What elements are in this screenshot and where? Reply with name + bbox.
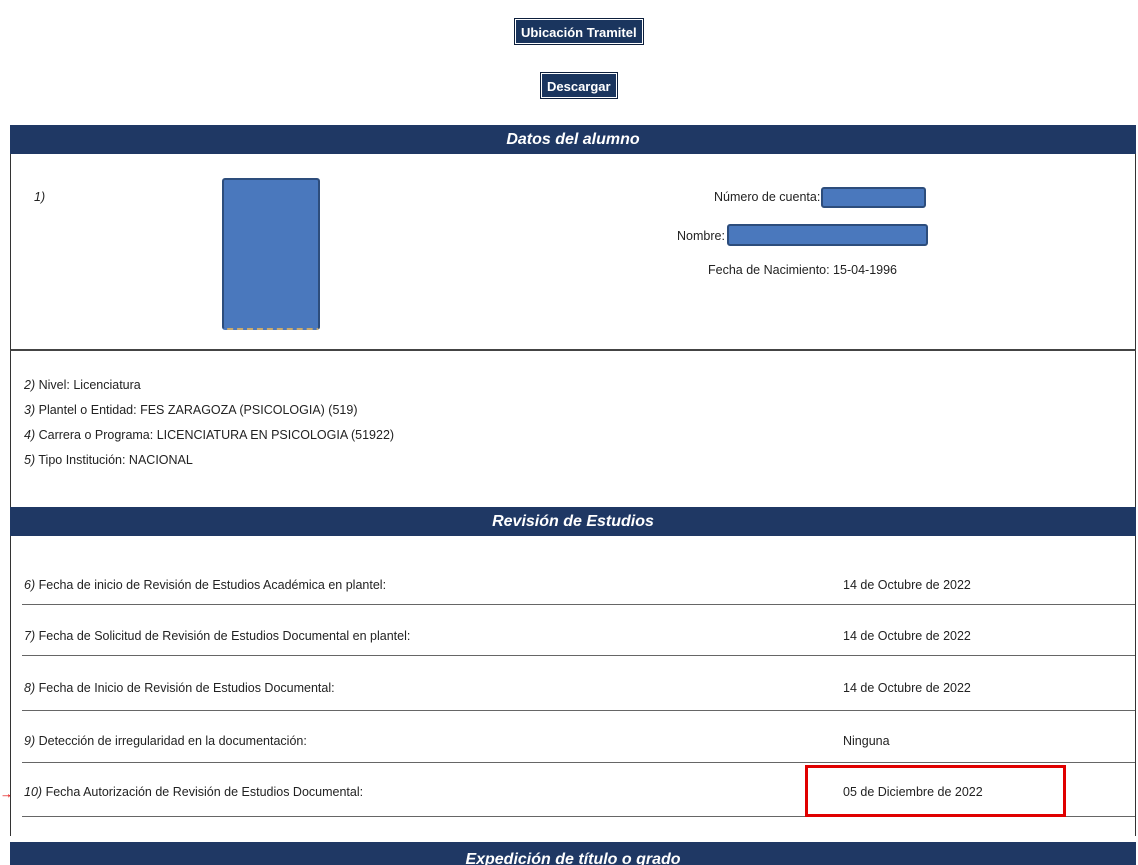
row-divider (22, 604, 1135, 605)
fecha-nacimiento: Fecha de Nacimiento: 15-04-1996 (708, 263, 898, 277)
highlight-box (805, 765, 1066, 817)
revision-row-value: Ninguna (843, 734, 890, 748)
datos-alumno-header: Datos del alumno (10, 125, 1136, 154)
expedicion-header: Expedición de título o grado (10, 842, 1136, 865)
nombre-redacted (727, 224, 928, 246)
datos-alumno-panel (10, 154, 1136, 351)
numero-cuenta-redacted (821, 187, 926, 208)
revision-row-label: 10) Fecha Autorización de Revisión de Es… (24, 785, 364, 799)
row-divider (22, 655, 1135, 656)
revision-row-label: 6) Fecha de inicio de Revisión de Estudi… (24, 578, 387, 592)
revision-row-label: 8) Fecha de Inicio de Revisión de Estudi… (24, 681, 335, 695)
revision-estudios-header: Revisión de Estudios (10, 507, 1136, 536)
descargar-button[interactable]: Descargar (540, 72, 618, 99)
revision-row-value: 14 de Octubre de 2022 (843, 681, 971, 695)
arrow-tip-icon: → (0, 786, 13, 801)
revision-row-label: 7) Fecha de Solicitud de Revisión de Est… (24, 629, 411, 643)
nombre-label: Nombre: (677, 229, 725, 243)
info-tipo-institucion: 5) Tipo Institución: NACIONAL (24, 453, 193, 467)
revision-row-value: 14 de Octubre de 2022 (843, 578, 971, 592)
info-carrera: 4) Carrera o Programa: LICENCIATURA EN P… (24, 428, 395, 442)
revision-row-value: 14 de Octubre de 2022 (843, 629, 971, 643)
numero-cuenta-label: Número de cuenta: (714, 190, 821, 204)
row-divider (22, 710, 1135, 711)
revision-row-label: 9) Detección de irregularidad en la docu… (24, 734, 307, 748)
info-nivel: 2) Nivel: Licenciatura (24, 378, 141, 392)
student-photo-redacted (222, 178, 320, 330)
info-plantel: 3) Plantel o Entidad: FES ZARAGOZA (PSIC… (24, 403, 358, 417)
row-divider (22, 762, 1135, 763)
ubicacion-tramitel-button[interactable]: Ubicación Tramitel (514, 18, 644, 45)
photo-index: 1) (34, 190, 46, 204)
